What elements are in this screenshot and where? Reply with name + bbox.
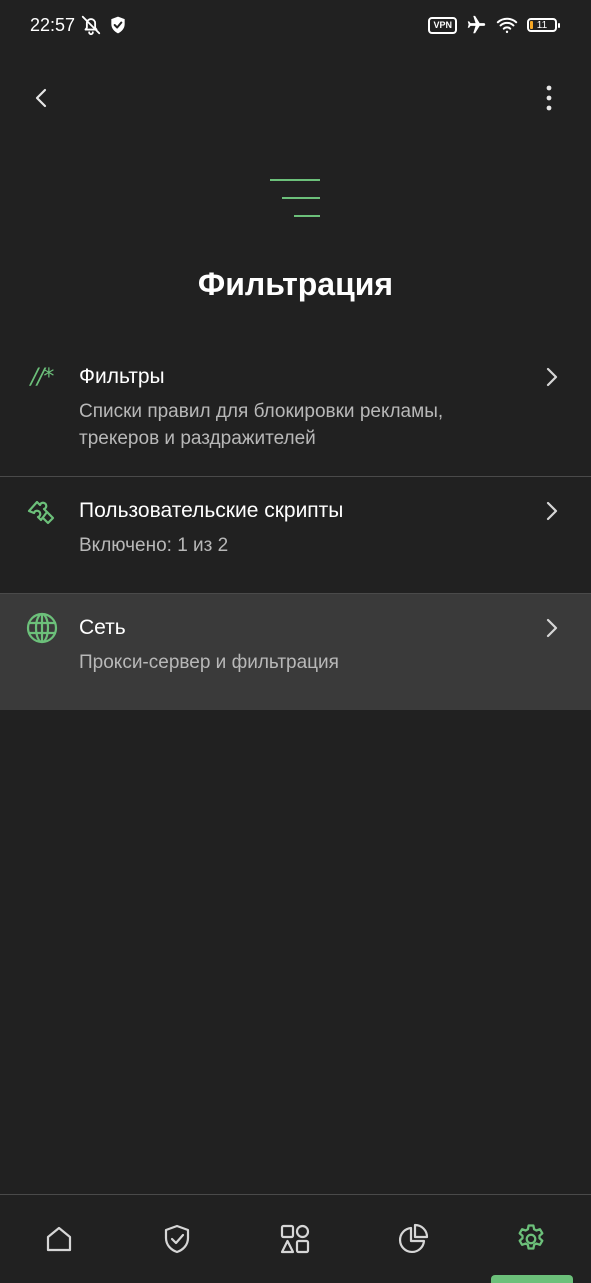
filter-lines-icon xyxy=(270,179,320,217)
chevron-right-icon xyxy=(546,367,558,387)
item-subtitle: Включено: 1 из 2 xyxy=(79,535,229,556)
home-icon xyxy=(46,1226,72,1252)
battery-level: 11 xyxy=(536,19,548,31)
page-title: Фильтрация xyxy=(197,266,394,302)
bell-off-icon xyxy=(81,15,101,36)
item-subtitle: Списки правил для блокировки рекламы, тр… xyxy=(79,401,444,449)
wifi-icon xyxy=(496,17,518,34)
globe-icon xyxy=(24,610,60,646)
item-title: Сеть xyxy=(79,616,126,639)
more-vert-icon xyxy=(546,85,552,111)
status-time: 22:57 xyxy=(30,15,76,35)
regex-icon-glyph: //* xyxy=(30,364,55,390)
nav-statistics[interactable] xyxy=(395,1221,431,1257)
settings-icon xyxy=(518,1224,544,1250)
shield-check-icon xyxy=(164,1224,190,1254)
shield-check-status-icon xyxy=(111,16,125,34)
list-item-user-scripts[interactable]: Пользовательские скрипты Включено: 1 из … xyxy=(0,477,591,593)
nav-home[interactable] xyxy=(41,1221,77,1257)
airplane-icon xyxy=(467,15,486,34)
bottom-navigation xyxy=(0,1194,591,1283)
nav-activity[interactable] xyxy=(277,1221,313,1257)
chevron-left-icon xyxy=(35,88,47,108)
regex-icon: //* xyxy=(24,359,60,395)
battery-icon: 11 xyxy=(527,18,560,32)
chevron-right-icon xyxy=(546,501,558,521)
status-right-icons: VPN 11 xyxy=(428,14,560,36)
item-title: Фильтры xyxy=(79,365,165,388)
top-app-bar xyxy=(0,70,591,122)
status-left-icons xyxy=(80,14,128,36)
shapes-icon xyxy=(280,1224,310,1254)
list-item-network[interactable]: Сеть Прокси-сервер и фильтрация xyxy=(0,594,591,710)
item-subtitle: Прокси-сервер и фильтрация xyxy=(79,652,339,673)
battery-fill xyxy=(530,21,533,29)
settings-list: //* Фильтры Списки правил для блокировки… xyxy=(0,343,591,710)
nav-settings[interactable] xyxy=(513,1221,549,1257)
more-options-button[interactable] xyxy=(531,80,567,116)
pie-chart-icon xyxy=(398,1223,429,1254)
list-item-filters[interactable]: //* Фильтры Списки правил для блокировки… xyxy=(0,343,591,476)
nav-protection[interactable] xyxy=(159,1221,195,1257)
active-nav-indicator xyxy=(491,1275,573,1283)
status-bar: 22:57 VPN 11 xyxy=(0,0,591,52)
chevron-right-icon xyxy=(546,618,558,638)
puzzle-icon xyxy=(24,493,60,529)
vpn-badge: VPN xyxy=(428,16,457,34)
back-button[interactable] xyxy=(24,80,60,116)
item-title: Пользовательские скрипты xyxy=(79,499,344,522)
